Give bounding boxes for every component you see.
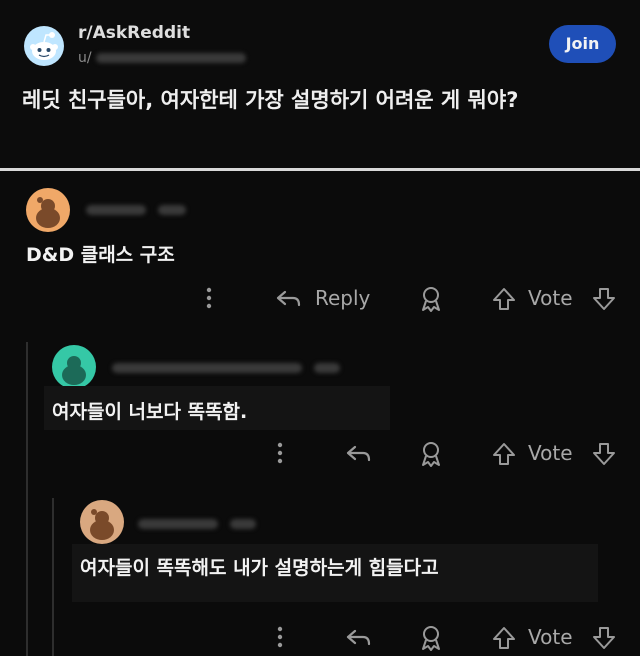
vote-label: Vote [528, 286, 573, 310]
comment-meta [86, 202, 186, 216]
blurred-time [229, 518, 256, 529]
downvote-icon[interactable] [591, 625, 617, 651]
vote-label: Vote [528, 625, 573, 649]
comment-body: 여자들이 똑똑해도 내가 설명하는게 힘들다고 [80, 557, 439, 579]
comment-meta [112, 360, 340, 374]
user-prefix: u/ [78, 50, 92, 66]
downvote-icon[interactable] [591, 441, 617, 467]
reply-icon[interactable] [275, 287, 303, 311]
blurred-time [313, 362, 340, 373]
upvote-icon[interactable] [491, 286, 517, 312]
reply-icon[interactable] [345, 626, 373, 650]
award-icon[interactable] [418, 624, 444, 652]
post-title: 레딧 친구들아, 여자한테 가장 설명하기 어려운 게 뭐야? [22, 88, 519, 112]
more-options-icon[interactable] [203, 286, 215, 310]
thread-line[interactable] [26, 342, 28, 656]
award-icon[interactable] [418, 440, 444, 468]
snoo-avatar-icon [36, 197, 60, 228]
award-icon[interactable] [418, 285, 444, 313]
subreddit-name[interactable]: r/AskReddit [78, 23, 190, 43]
snoo-avatar-icon [62, 356, 86, 385]
more-options-icon[interactable] [274, 441, 286, 465]
comment-body: D&D 클래스 구조 [26, 244, 175, 266]
join-button[interactable]: Join [549, 25, 616, 63]
post-author[interactable]: u/ [78, 50, 247, 66]
thread-line[interactable] [52, 498, 54, 656]
upvote-icon[interactable] [491, 625, 517, 651]
downvote-icon[interactable] [591, 286, 617, 312]
snoo-icon [30, 32, 58, 60]
comment-avatar[interactable] [26, 188, 70, 232]
comment-avatar[interactable] [52, 345, 96, 389]
upvote-icon[interactable] [491, 441, 517, 467]
reply-icon[interactable] [345, 442, 373, 466]
post-header: r/AskReddit u/ Join 레딧 친구들아, 여자한테 가장 설명하… [0, 0, 640, 168]
comment-meta [138, 516, 256, 530]
vote-label: Vote [528, 441, 573, 465]
blurred-username [86, 204, 146, 215]
blurred-time [157, 204, 186, 215]
snoo-avatar-icon [90, 509, 114, 540]
header-divider [0, 168, 640, 171]
subreddit-avatar[interactable] [24, 26, 64, 66]
comment-body: 여자들이 너보다 똑똑함. [52, 401, 248, 423]
blurred-username [138, 518, 218, 529]
reply-button[interactable]: Reply [315, 286, 370, 310]
comment-avatar[interactable] [80, 500, 124, 544]
blurred-username [112, 362, 302, 373]
more-options-icon[interactable] [274, 625, 286, 649]
blurred-username [96, 53, 247, 63]
